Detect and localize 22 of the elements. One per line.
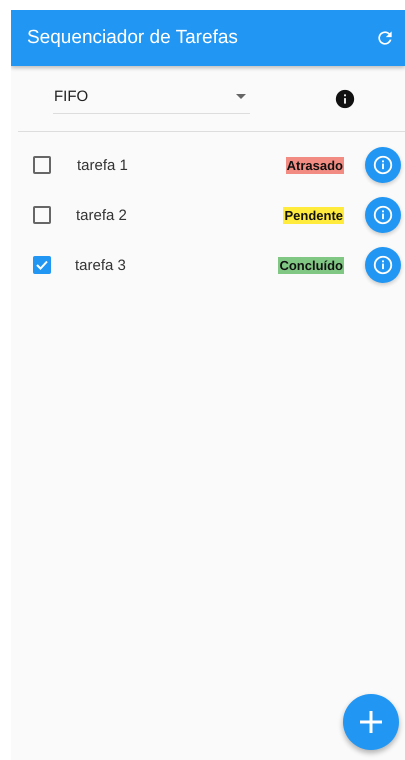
info-icon: [372, 254, 394, 276]
task-checkbox[interactable]: [33, 156, 51, 174]
status-label: Concluído: [278, 256, 344, 274]
scheduler-dropdown[interactable]: FIFO: [53, 80, 250, 114]
check-icon: [36, 260, 48, 270]
task-checkbox[interactable]: [33, 206, 51, 224]
status-label: Atrasado: [286, 156, 344, 174]
app-title: Sequenciador de Tarefas: [27, 27, 238, 49]
task-info-button[interactable]: [365, 147, 401, 183]
info-icon: [372, 154, 394, 176]
task-name: tarefa 3: [75, 256, 127, 274]
info-icon: [372, 204, 394, 226]
status-label: Pendente: [283, 206, 344, 224]
caret-icon: [236, 94, 246, 99]
add-button[interactable]: [343, 694, 399, 750]
plus-icon: [358, 709, 384, 735]
task-checkbox[interactable]: [33, 256, 51, 274]
task-info-button[interactable]: [365, 197, 401, 233]
info-icon: [334, 88, 356, 110]
task-info-button[interactable]: [365, 247, 401, 283]
task-name: tarefa 2: [76, 206, 128, 224]
task-name: tarefa 1: [77, 156, 129, 174]
